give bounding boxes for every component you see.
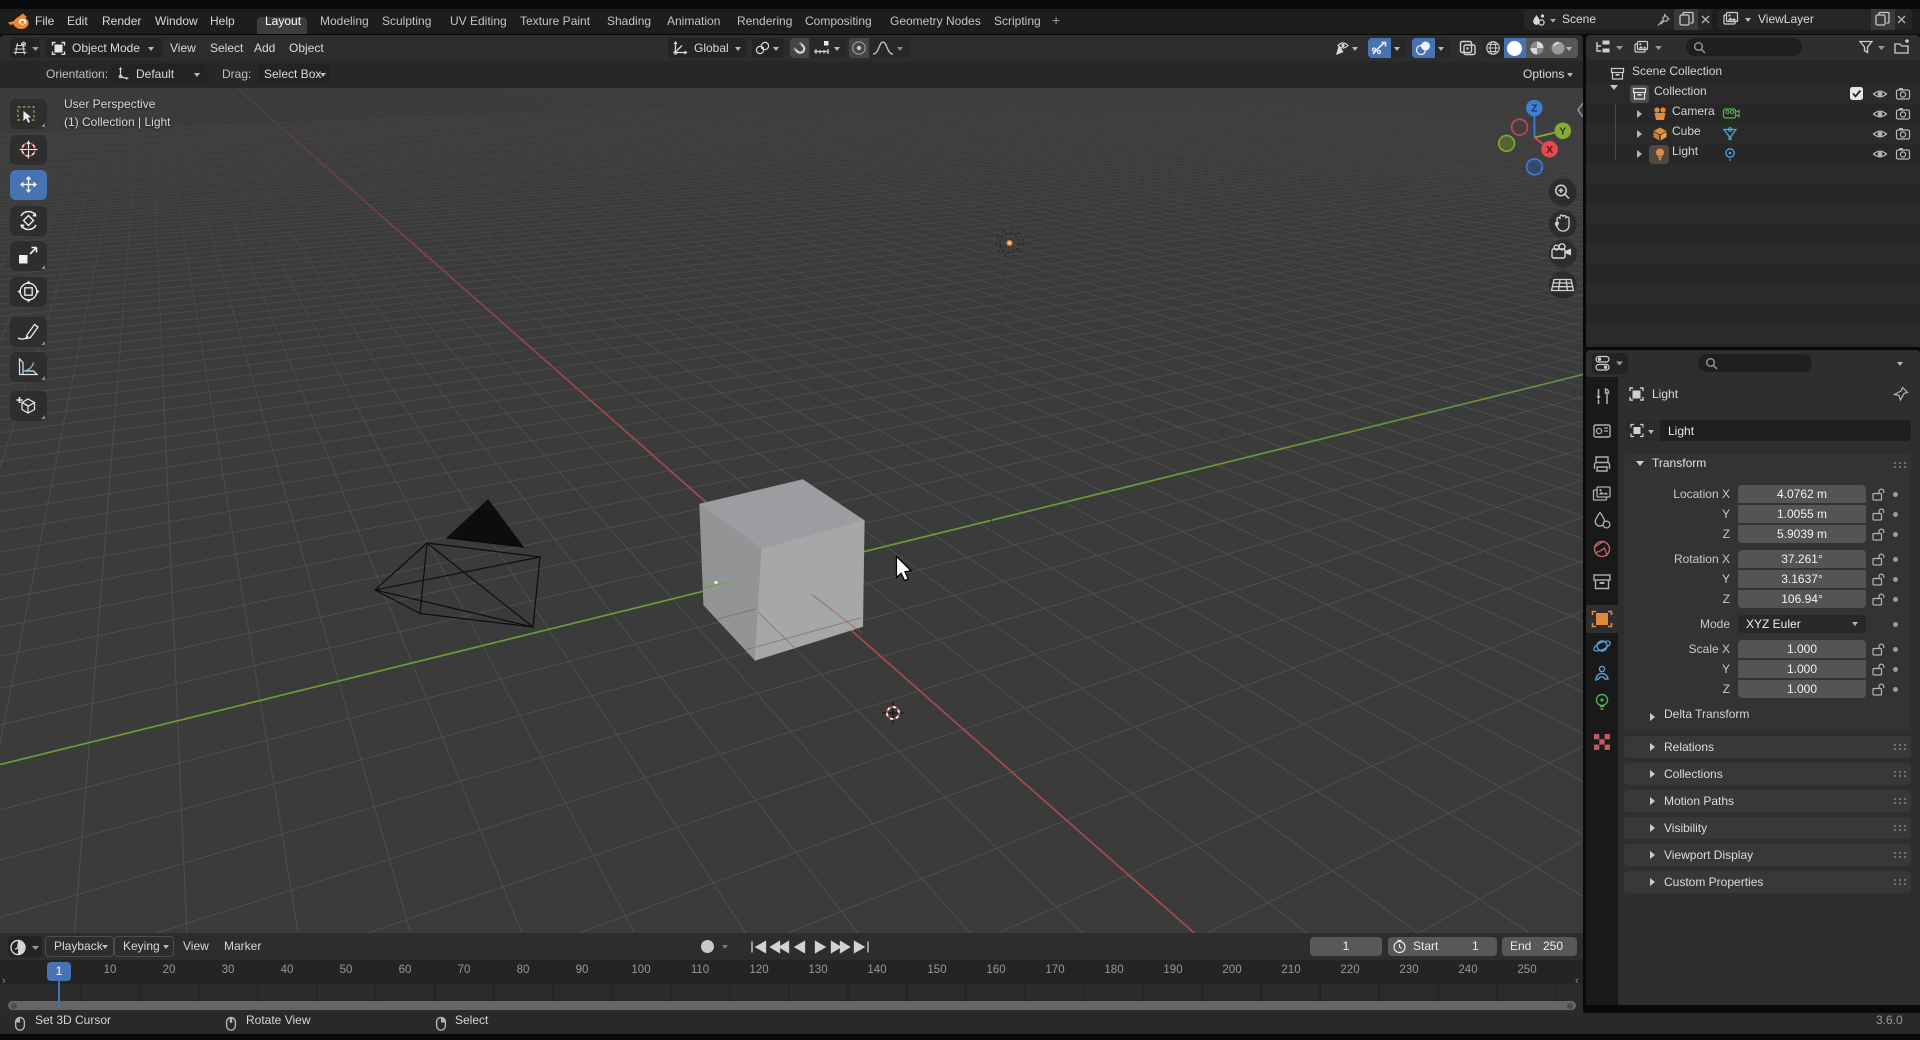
svg-text:Z: Z bbox=[1531, 103, 1538, 115]
svg-text:Y: Y bbox=[1559, 125, 1566, 137]
svg-text:X: X bbox=[1546, 144, 1553, 156]
